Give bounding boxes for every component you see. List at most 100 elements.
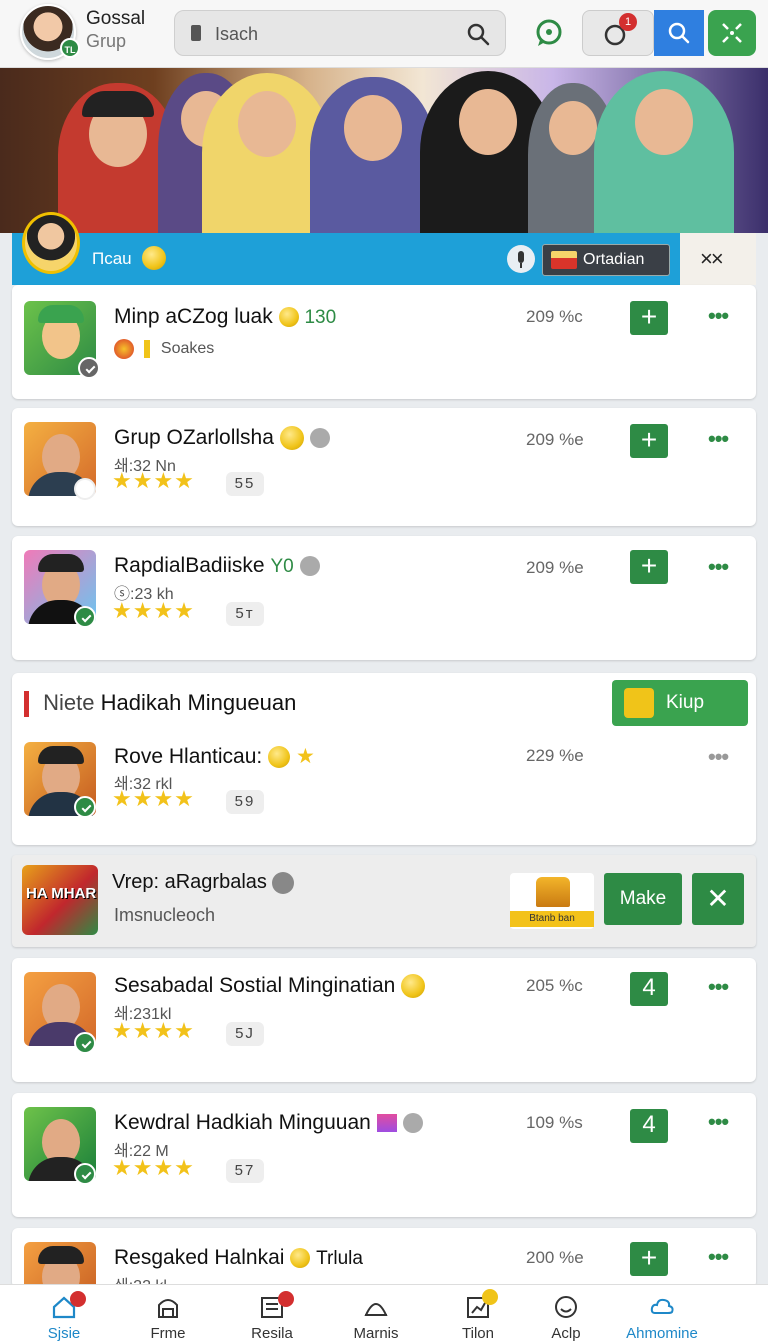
add-button[interactable]: + — [630, 1242, 668, 1276]
promo-subtitle: Imsnucleoch — [114, 905, 216, 925]
banner-person — [310, 77, 436, 233]
lock-icon — [402, 1113, 423, 1134]
card-title: Resgaked Halnkai Trlula — [114, 1246, 363, 1270]
card-title-text: Minp aCZog luak — [114, 305, 273, 328]
add-button[interactable]: + — [630, 424, 668, 458]
close-banner-button[interactable]: ×× — [700, 246, 724, 272]
card-title: Grup OZarlollsha — [114, 426, 330, 451]
card-extra: Y0 — [270, 556, 294, 577]
coin-icon — [482, 1289, 498, 1305]
list-card[interactable]: Resgaked Halnkai Trlula 쇄:22 kl 200 %e +… — [12, 1228, 756, 1288]
list-card[interactable]: RapdialBadiiske Y0 ⓢ:23 kh ★★★★ 5т 209 %… — [12, 536, 756, 660]
cake-icon — [376, 1114, 397, 1133]
nav-label: Ahmomine — [626, 1325, 698, 1342]
section-title: Niete Hadikah Mingueuan — [24, 690, 296, 717]
ortadian-button[interactable]: Ortadian — [542, 244, 670, 276]
card-count: 209 %c — [526, 307, 583, 326]
star-rating: ★★★★ — [112, 1155, 195, 1180]
coin-icon — [142, 246, 166, 270]
search-button[interactable] — [654, 10, 704, 56]
more-options-icon[interactable]: ••• — [708, 1109, 729, 1135]
add-button[interactable]: 4 — [630, 1109, 668, 1143]
brand-title: Gossal Grup — [86, 8, 145, 52]
nav-item-ahmomine[interactable]: Ahmomine — [612, 1285, 712, 1344]
coin-icon — [279, 426, 304, 451]
strip-avatar[interactable] — [22, 212, 80, 274]
nav-label: Frme — [150, 1325, 186, 1342]
verified-icon — [78, 357, 100, 379]
nav-label: Marnis — [353, 1325, 399, 1342]
promo-banner[interactable]: HA MHAR Vrep: aRagrbalas Imsnucleoch Bta… — [12, 855, 756, 947]
klup-button[interactable]: Kiup — [612, 680, 748, 726]
make-button[interactable]: Make — [604, 873, 682, 925]
rating-value: 55 — [226, 472, 264, 496]
more-options-icon[interactable]: ••• — [708, 303, 729, 329]
expand-icon — [722, 23, 742, 43]
list-card[interactable]: Sesabadal Sostial Minginatian 쇄:231kl ★★… — [12, 958, 756, 1082]
more-options-icon[interactable]: ••• — [708, 426, 729, 452]
nav-item-marnis[interactable]: Marnis — [326, 1285, 426, 1344]
nav-item-resila[interactable]: Resila — [222, 1285, 322, 1344]
search-icon[interactable] — [465, 21, 491, 47]
list-card[interactable]: Grup OZarlollsha 쇄:32 Nn ★★★★ 55 209 %e … — [12, 408, 756, 526]
rating-value: 57 — [226, 1159, 264, 1183]
coin-icon — [268, 746, 291, 769]
rating-value: 5т — [226, 602, 264, 626]
search-input[interactable]: Isach — [174, 10, 506, 56]
add-button[interactable]: + — [630, 550, 668, 584]
more-options-icon[interactable]: ••• — [708, 974, 729, 1000]
brand-name: Gossal — [86, 8, 146, 29]
more-options-icon[interactable]: ••• — [708, 1244, 729, 1270]
gift-icon — [551, 251, 577, 269]
verified-icon — [74, 606, 96, 628]
ortadian-label: Ortadian — [583, 251, 645, 268]
add-button[interactable]: + — [630, 301, 668, 335]
section-title-main: Hadikah Mingueuan — [100, 690, 297, 715]
face-icon — [555, 1296, 577, 1318]
nav-item-frme[interactable]: Frme — [118, 1285, 218, 1344]
brand-subtitle: Grup — [86, 31, 127, 51]
promo-cake-image: Btanb ban — [510, 873, 594, 929]
card-title-text: Rove Hlanticau: — [114, 745, 263, 768]
lock-icon — [299, 556, 320, 577]
card-count: 229 %e — [526, 746, 584, 765]
dismiss-button[interactable]: ✕ — [692, 873, 744, 925]
nav-label: Aclp — [551, 1325, 581, 1342]
cake-icon — [536, 877, 570, 907]
verified-icon — [74, 1163, 96, 1185]
card-title-text: Sesabadal Sostial Minginatian — [114, 974, 396, 997]
chat-button[interactable] — [526, 10, 572, 56]
nav-item-aclp[interactable]: Aclp — [516, 1285, 616, 1344]
hero-banner[interactable] — [0, 68, 768, 233]
star-rating: ★★★★ — [112, 598, 195, 623]
notifications-button[interactable]: 1 — [582, 10, 654, 56]
list-card[interactable]: Minp aCZog luak 130 Soakes 209 %c + ••• — [12, 285, 756, 399]
card-count: 205 %c — [526, 976, 583, 995]
star-icon: ★ — [295, 745, 315, 768]
list-card[interactable]: Kewdral Hadkiah Minguuan 쇄:22 M ★★★★ 57 … — [12, 1093, 756, 1217]
verified-icon — [74, 796, 96, 818]
card-count: 109 %s — [526, 1113, 583, 1132]
expand-button[interactable] — [708, 10, 756, 56]
flag-icon — [74, 478, 96, 500]
promo-title: Vrep: aRagrbalas — [112, 871, 295, 894]
card-meta-text: Soakes — [160, 340, 215, 358]
cloud-icon — [650, 1298, 674, 1314]
card-extra: Trlula — [316, 1248, 363, 1269]
nav-item-home[interactable]: Sjsie — [14, 1285, 114, 1344]
more-options-icon[interactable]: ••• — [708, 554, 729, 580]
card-title: RapdialBadiiske Y0 — [114, 554, 320, 578]
card-meta: Soakes — [114, 339, 214, 359]
add-button[interactable]: 4 — [630, 972, 668, 1006]
badge-icon — [272, 871, 295, 894]
nav-item-tilon[interactable]: Tilon — [428, 1285, 528, 1344]
more-options-icon[interactable]: ••• — [708, 744, 729, 770]
card-title-text: Kewdral Hadkiah Minguuan — [114, 1111, 371, 1134]
notification-dot — [278, 1291, 294, 1307]
card-title: Rove Hlanticau: ★ — [114, 744, 315, 769]
dome-icon — [364, 1303, 388, 1316]
card-count: 200 %e — [526, 1248, 584, 1267]
bottom-navigation: Sjsie Frme Resila Marnis Tilon Aclp Ahmo… — [0, 1284, 768, 1344]
card-title-text: Resgaked Halnkai — [114, 1246, 285, 1269]
microphone-icon[interactable] — [507, 245, 535, 273]
